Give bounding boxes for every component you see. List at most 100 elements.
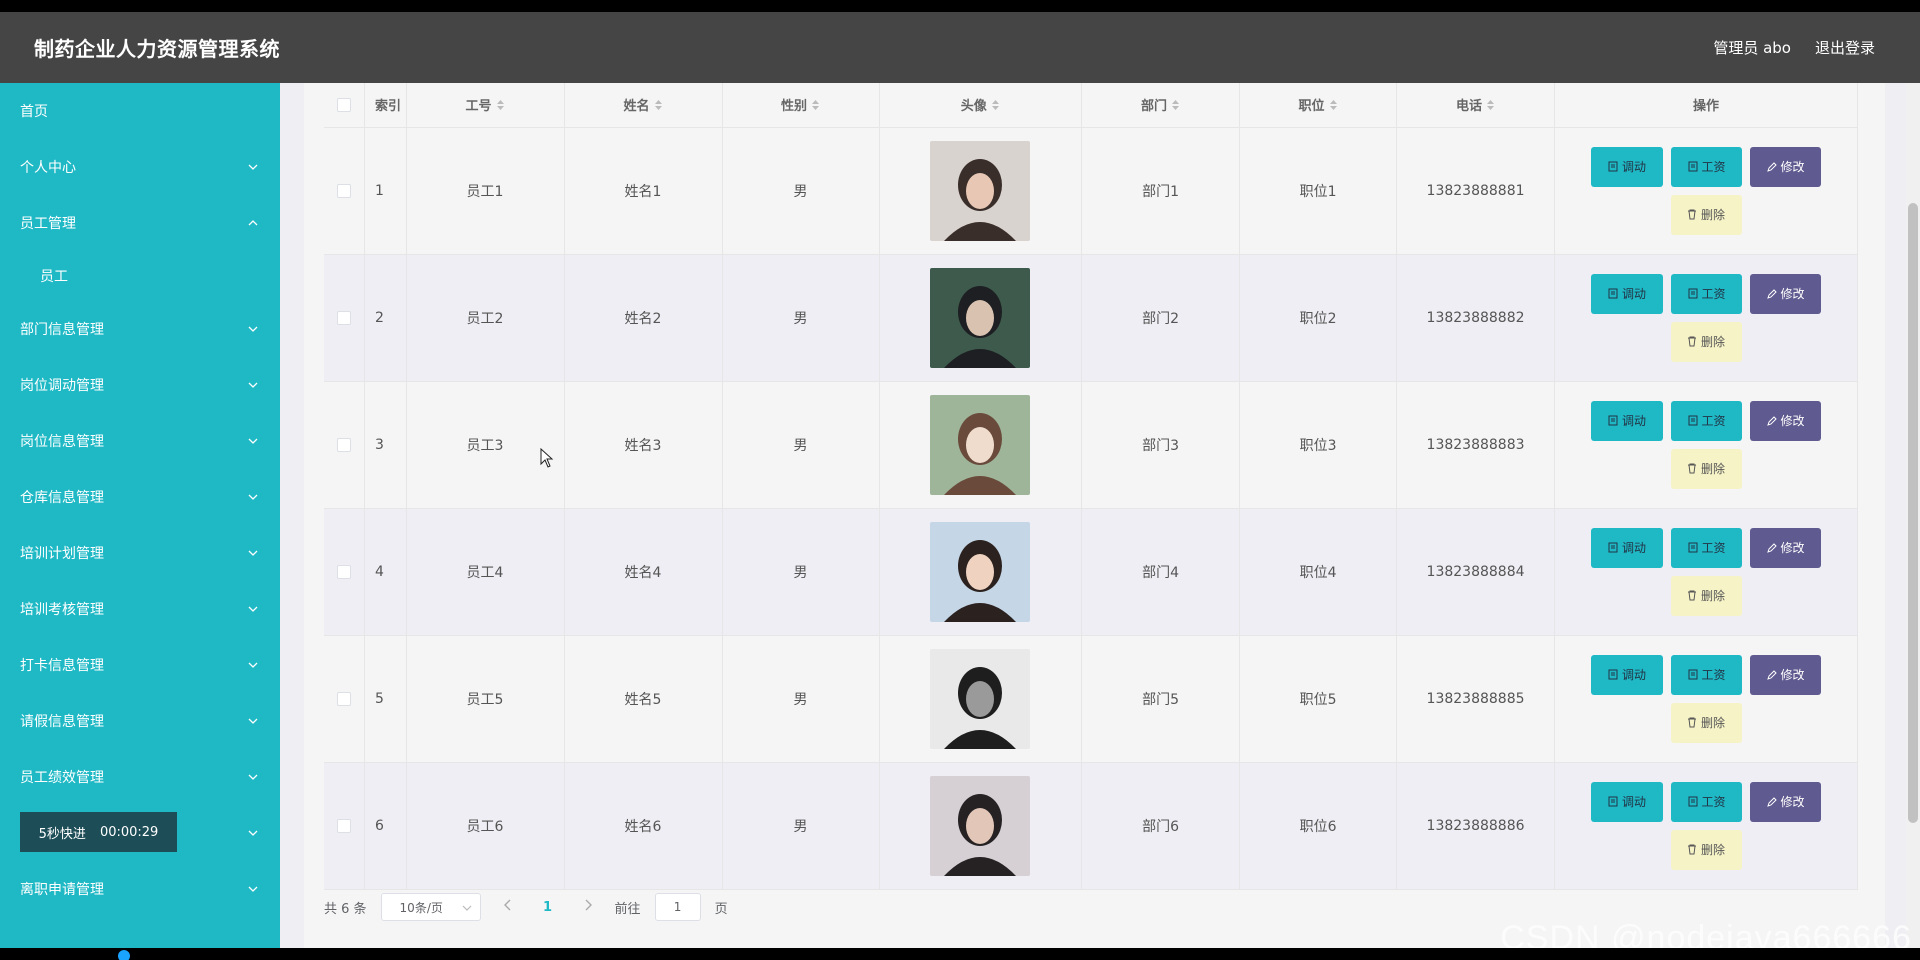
sidebar-item[interactable]: 员工 [0,251,280,301]
cell-emp-no: 员工2 [406,254,565,382]
col-dept[interactable]: 部门 [1081,83,1241,128]
playback-timer: 5秒快进 00:00:29 [20,812,177,852]
salary-button[interactable]: 工资 [1671,273,1743,314]
sidebar-item[interactable]: 员工管理 [0,195,280,251]
scrollbar[interactable] [1906,83,1920,948]
fast-forward-label[interactable]: 5秒快进 [39,823,86,842]
document-icon [1608,288,1618,299]
logout-link[interactable]: 退出登录 [1815,37,1875,58]
move-button[interactable]: 调动 [1591,146,1664,187]
avatar[interactable] [930,521,1031,622]
salary-button[interactable]: 工资 [1671,781,1743,822]
avatar[interactable] [930,267,1031,368]
edit-button[interactable]: 修改 [1750,781,1822,822]
sidebar-item[interactable]: 首页 [0,83,280,139]
sidebar-item[interactable]: 个人中心 [0,139,280,195]
cell-name: 姓名3 [564,381,723,509]
sidebar-item-label: 岗位调动管理 [20,378,104,394]
sort-icon[interactable] [496,99,505,115]
avatar[interactable] [930,394,1031,495]
delete-button[interactable]: 删除 [1670,321,1742,362]
chevron-down-icon [248,548,258,558]
sidebar-item[interactable]: 培训计划管理 [0,525,280,581]
select-all-checkbox[interactable] [337,97,351,112]
move-button[interactable]: 调动 [1591,400,1664,441]
move-button[interactable]: 调动 [1591,654,1664,695]
col-emp-no[interactable]: 工号 [406,83,565,128]
edit-button[interactable]: 修改 [1750,146,1822,187]
page-number-current[interactable]: 1 [535,900,561,915]
sidebar-item-label: 员工管理 [20,216,76,232]
sidebar-item[interactable]: 离职申请管理 [0,861,280,917]
edit-button[interactable]: 修改 [1750,400,1822,441]
row-select-cell[interactable] [324,381,365,509]
page-size-select[interactable]: 10条/页 [380,893,481,921]
edit-button[interactable]: 修改 [1750,527,1822,568]
sidebar-item[interactable]: 培训考核管理 [0,581,280,637]
row-checkbox[interactable] [337,818,351,833]
prev-page-icon[interactable] [495,899,521,915]
move-button[interactable]: 调动 [1591,273,1664,314]
col-avatar-label: 头像 [960,99,987,114]
next-page-icon[interactable] [575,899,601,915]
row-checkbox[interactable] [337,310,351,325]
delete-button[interactable]: 删除 [1670,194,1742,235]
scrollbar-thumb[interactable] [1908,203,1918,823]
sort-icon[interactable] [654,99,663,115]
salary-button[interactable]: 工资 [1671,527,1743,568]
row-select-cell[interactable] [324,508,365,636]
sort-icon[interactable] [811,99,820,115]
goto-page-input[interactable]: 1 [654,893,701,921]
sidebar-item[interactable]: 仓库信息管理 [0,469,280,525]
sidebar-item-label: 员工绩效管理 [20,770,104,786]
edit-button[interactable]: 修改 [1750,654,1822,695]
move-button[interactable]: 调动 [1591,781,1664,822]
salary-button[interactable]: 工资 [1671,400,1743,441]
avatar[interactable] [930,648,1031,749]
sidebar-item[interactable]: 岗位信息管理 [0,413,280,469]
select-all-cell[interactable] [324,83,365,128]
cell-name: 姓名6 [564,762,723,890]
sidebar-item[interactable]: 岗位调动管理 [0,357,280,413]
avatar[interactable] [930,140,1031,241]
col-name[interactable]: 姓名 [564,83,723,128]
row-checkbox[interactable] [337,437,351,452]
cell-phone: 13823888885 [1396,635,1556,763]
row-select-cell[interactable] [324,254,365,382]
sidebar-item[interactable]: 打卡信息管理 [0,637,280,693]
col-position[interactable]: 职位 [1239,83,1398,128]
sidebar-item[interactable]: 部门信息管理 [0,301,280,357]
row-select-cell[interactable] [324,127,365,255]
avatar[interactable] [930,775,1031,876]
row-checkbox[interactable] [337,564,351,579]
progress-handle[interactable] [118,950,130,960]
sort-icon[interactable] [991,99,1000,115]
delete-button[interactable]: 删除 [1670,448,1742,489]
row-select-cell[interactable] [324,635,365,763]
employee-table: 索引 工号 姓名 性别 头像 部门 职位 电话 操作 1 员工1 姓名1 男部门1 职位… [324,83,1858,890]
salary-button[interactable]: 工资 [1671,146,1743,187]
salary-button[interactable]: 工资 [1671,654,1743,695]
delete-button-label: 删除 [1701,589,1726,603]
row-checkbox[interactable] [337,183,351,198]
col-gender[interactable]: 性别 [722,83,880,128]
edit-button[interactable]: 修改 [1750,273,1822,314]
sort-icon[interactable] [1329,99,1338,115]
trash-icon [1687,463,1697,474]
cell-avatar [879,381,1083,509]
row-checkbox[interactable] [337,691,351,706]
row-select-cell[interactable] [324,762,365,890]
sort-icon[interactable] [1486,99,1495,115]
sidebar-item[interactable]: 员工绩效管理 [0,749,280,805]
video-progress-bar[interactable] [0,948,1920,960]
sidebar-item[interactable]: 请假信息管理 [0,693,280,749]
delete-button[interactable]: 删除 [1670,829,1742,870]
sort-icon[interactable] [1171,99,1180,115]
delete-button[interactable]: 删除 [1670,575,1742,616]
cell-avatar [879,508,1083,636]
delete-button[interactable]: 删除 [1670,702,1742,743]
col-phone[interactable]: 电话 [1396,83,1556,128]
col-avatar[interactable]: 头像 [879,83,1083,128]
move-button[interactable]: 调动 [1591,527,1664,568]
col-emp-no-label: 工号 [465,99,492,114]
